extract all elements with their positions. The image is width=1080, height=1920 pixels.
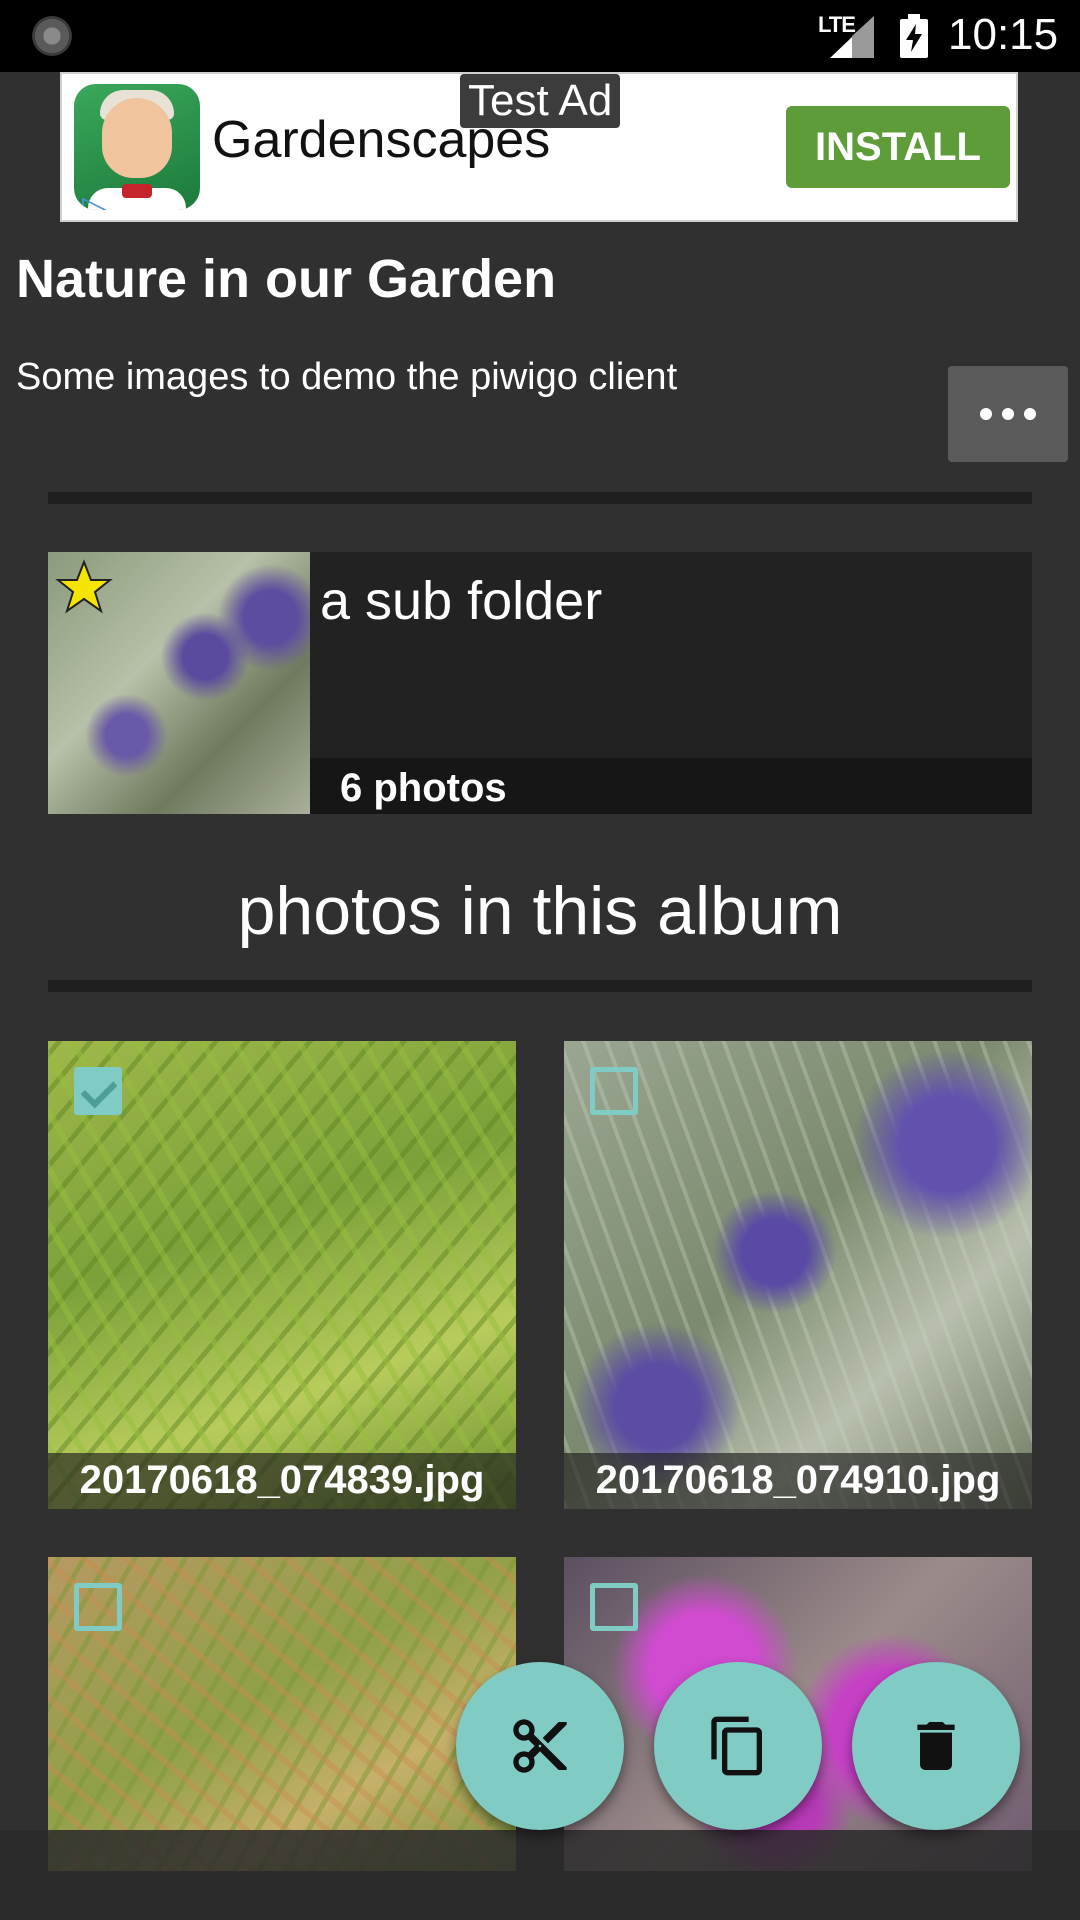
cut-button[interactable]: [456, 1662, 624, 1830]
play-triangle-icon: ▷: [82, 189, 107, 210]
sync-spinner-icon: [32, 16, 72, 56]
sub-album-thumbnail: [48, 552, 310, 814]
photo-checkbox[interactable]: [74, 1583, 122, 1631]
install-button[interactable]: INSTALL: [786, 106, 1010, 188]
divider: [48, 492, 1032, 504]
status-bar: LTE 10:15: [0, 0, 1080, 72]
photo-tile[interactable]: [48, 1557, 516, 1871]
album-description: Some images to demo the piwigo client: [16, 356, 678, 398]
photos-section-heading: photos in this album: [237, 873, 843, 949]
sub-album-name: a sub folder: [320, 571, 603, 631]
sub-album-card[interactable]: a sub folder 6 photos: [48, 552, 1032, 814]
divider: [48, 980, 1032, 992]
signal-icon: [830, 16, 874, 58]
battery-charging-icon: [900, 14, 928, 58]
test-ad-label: Test Ad: [460, 74, 621, 128]
scissors-icon: [513, 1719, 567, 1773]
navigation-bar: [0, 1830, 1080, 1920]
photo-tile[interactable]: 20170618_074910.jpg: [564, 1041, 1032, 1509]
photo-name: 20170618_074910.jpg: [595, 1458, 1001, 1502]
copy-button[interactable]: [654, 1662, 822, 1830]
more-dots-icon: [980, 408, 992, 420]
album-title: Nature in our Garden: [16, 249, 557, 309]
photo-tile[interactable]: 20170618_074839.jpg: [48, 1041, 516, 1509]
delete-button[interactable]: [852, 1662, 1020, 1830]
sub-album-count-bar: 6 photos: [310, 758, 1032, 814]
clock: 10:15: [948, 10, 1059, 59]
photo-checkbox[interactable]: [590, 1583, 638, 1631]
more-options-button[interactable]: [948, 366, 1068, 462]
copy-icon: [711, 1716, 762, 1776]
star-icon: [55, 559, 113, 614]
ad-banner[interactable]: ▷ Gardenscapes Test Ad INSTALL: [60, 72, 1018, 222]
ad-app-icon[interactable]: ▷: [74, 84, 200, 210]
photo-checkbox[interactable]: [590, 1067, 638, 1115]
trash-icon: [917, 1722, 955, 1770]
photo-name: 20170618_074839.jpg: [79, 1458, 485, 1502]
sub-album-photo-count: 6 photos: [340, 766, 507, 810]
photo-checkbox-checked[interactable]: [74, 1067, 122, 1115]
